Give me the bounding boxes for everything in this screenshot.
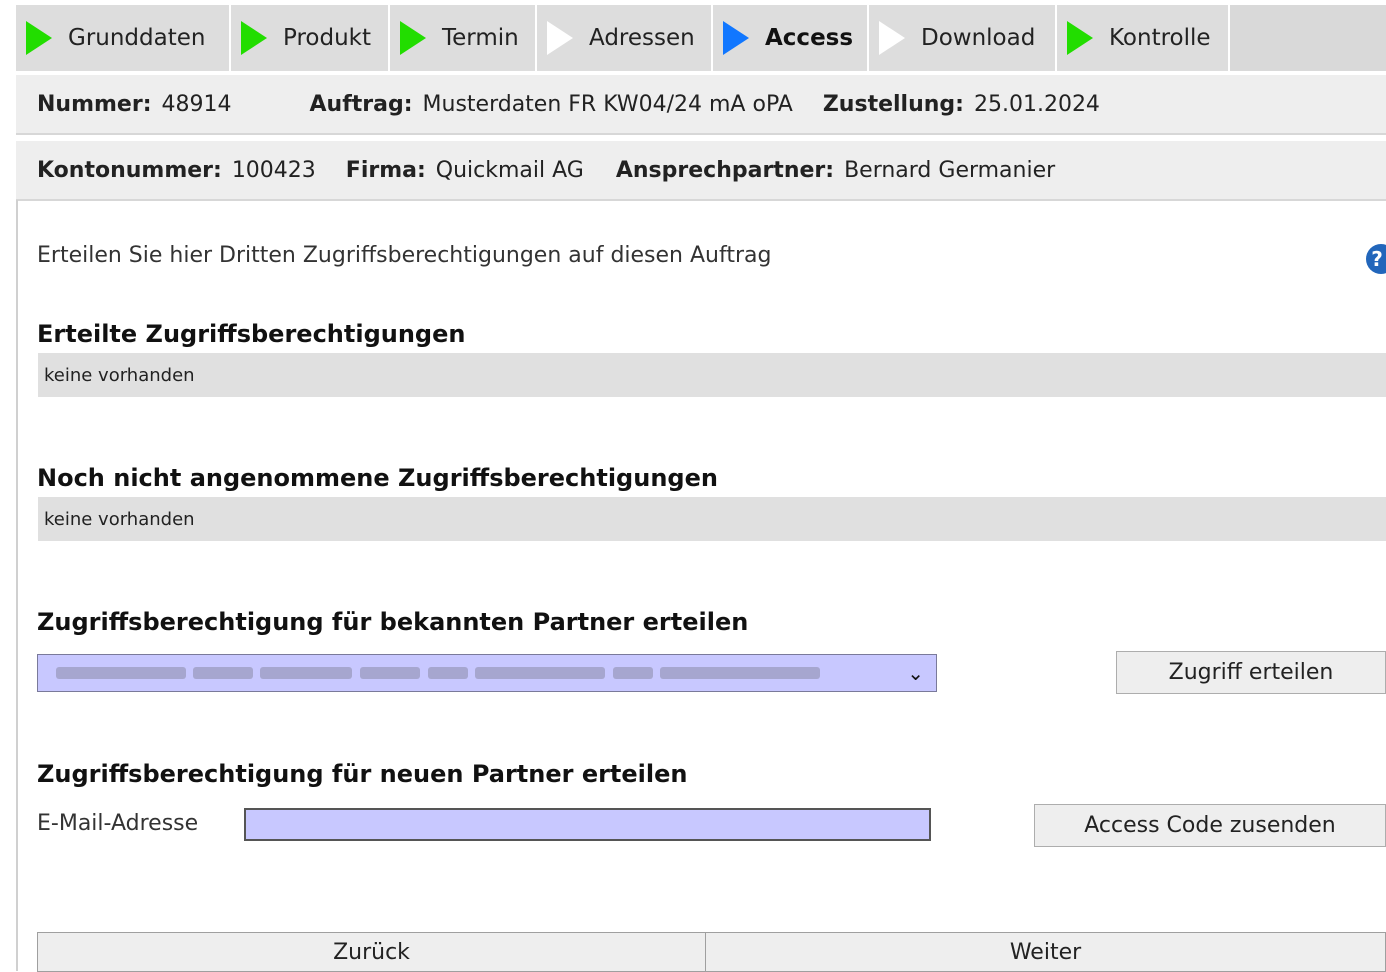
ansprechpartner-label: Ansprechpartner: [615,157,835,183]
step-open-arrow-icon [879,21,905,55]
tab-grunddaten[interactable]: Grunddaten [16,5,231,71]
tab-termin[interactable]: Termin [390,5,537,71]
tab-label: Access [765,25,854,51]
tab-label: Kontrolle [1109,25,1211,51]
divider [16,133,1386,135]
redacted-text [260,667,352,679]
tab-download[interactable]: Download [869,5,1057,71]
email-label: E-Mail-Adresse [37,811,199,836]
left-margin [0,0,16,971]
divider [16,199,1386,201]
step-done-arrow-icon [400,21,426,55]
step-open-arrow-icon [547,21,573,55]
redacted-text [360,667,420,679]
tab-label: Termin [442,25,519,51]
pending-list: keine vorhanden [38,497,1386,541]
chevron-down-icon: ⌄ [907,661,924,685]
firma-value: Quickmail AG [435,157,584,183]
tab-adressen[interactable]: Adressen [537,5,713,71]
step-tabs: Grunddaten Produkt Termin Adressen Acces… [16,5,1386,71]
known-partner-heading: Zugriffsberechtigung für bekannten Partn… [37,608,749,636]
tab-label: Produkt [283,25,372,51]
tab-label: Download [921,25,1036,51]
redacted-text [475,667,605,679]
auftrag-label: Auftrag: [309,91,413,117]
firma-label: Firma: [345,157,426,183]
content-left-border [16,200,18,971]
redacted-text [193,667,253,679]
send-access-code-button[interactable]: Access Code zusenden [1034,804,1386,847]
account-info-bar: Kontonummer: 100423 Firma: Quickmail AG … [16,141,1386,199]
tab-label: Adressen [589,25,695,51]
new-partner-heading: Zugriffsberechtigung für neuen Partner e… [37,760,688,788]
ansprechpartner-value: Bernard Germanier [844,157,1056,183]
tab-access[interactable]: Access [713,5,869,71]
intro-text: Erteilen Sie hier Dritten Zugriffsberech… [37,243,772,268]
kontonummer-value: 100423 [231,157,316,183]
pending-empty-text: keine vorhanden [44,508,195,530]
tab-produkt[interactable]: Produkt [231,5,390,71]
pending-heading: Noch nicht angenommene Zugriffsberechtig… [37,464,718,492]
granted-empty-text: keine vorhanden [44,364,195,386]
nummer-label: Nummer: [37,91,152,117]
kontonummer-label: Kontonummer: [37,157,222,183]
tab-kontrolle[interactable]: Kontrolle [1057,5,1230,71]
grant-access-button[interactable]: Zugriff erteilen [1116,651,1386,694]
tab-label: Grunddaten [68,25,206,51]
redacted-text [660,667,820,679]
back-button[interactable]: Zurück [37,932,706,972]
order-info-bar: Nummer: 48914 Auftrag: Musterdaten FR KW… [16,75,1386,133]
redacted-text [56,667,186,679]
granted-list: keine vorhanden [38,353,1386,397]
nummer-value: 48914 [161,91,232,117]
step-done-arrow-icon [241,21,267,55]
granted-heading: Erteilte Zugriffsberechtigungen [37,320,466,348]
known-partner-select[interactable]: ⌄ [37,654,937,692]
step-done-arrow-icon [26,21,52,55]
redacted-text [613,667,653,679]
step-done-arrow-icon [1067,21,1093,55]
zustellung-label: Zustellung: [822,91,964,117]
step-current-arrow-icon [723,21,749,55]
help-icon[interactable]: ? [1366,244,1386,274]
next-button[interactable]: Weiter [705,932,1386,972]
email-input[interactable] [244,808,931,841]
auftrag-value: Musterdaten FR KW04/24 mA oPA [422,91,793,117]
redacted-text [428,667,468,679]
zustellung-value: 25.01.2024 [973,91,1100,117]
